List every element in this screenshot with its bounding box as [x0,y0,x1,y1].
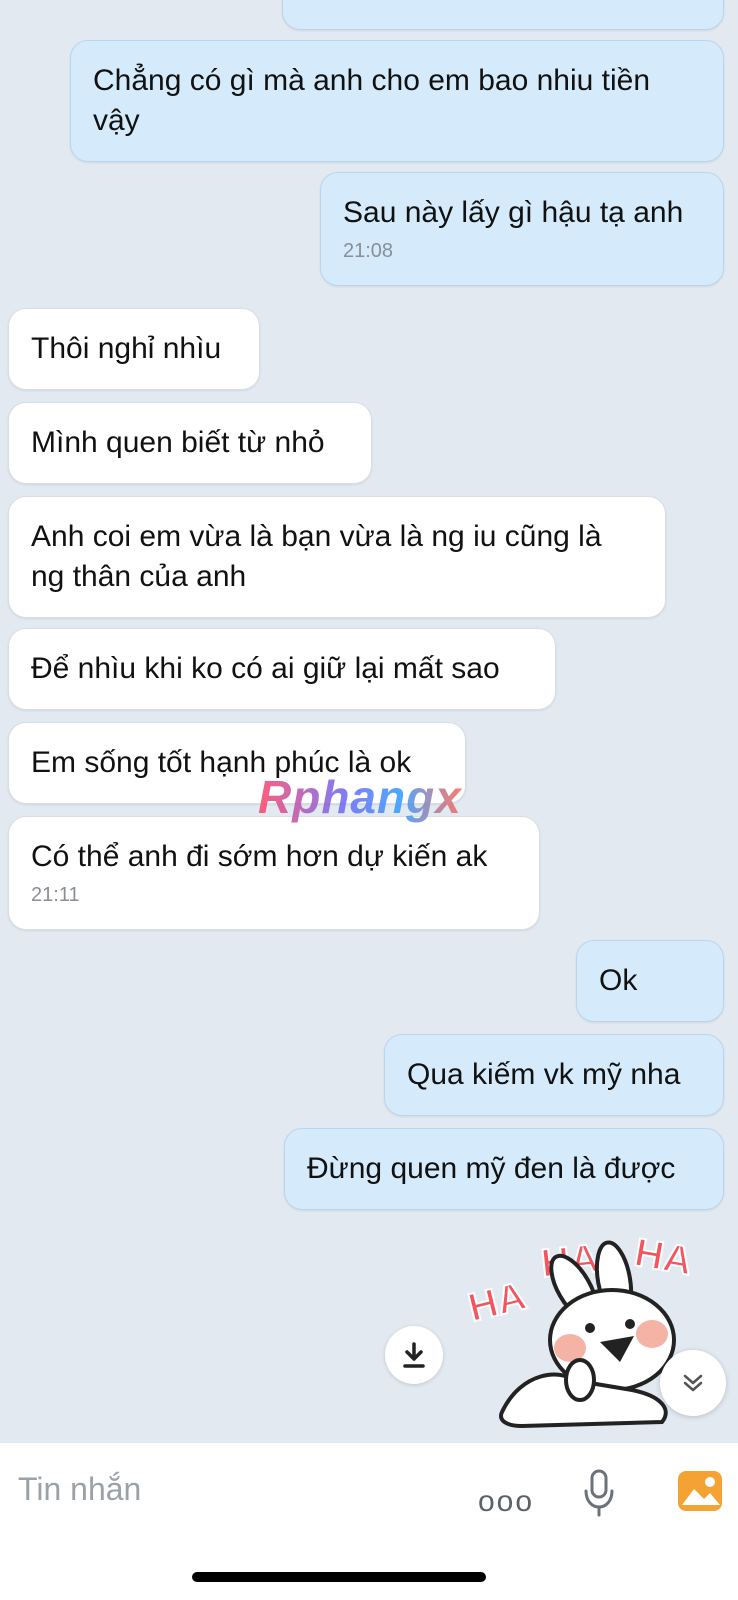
message-bubble-outgoing[interactable]: Đừng quen mỹ đen là được [284,1128,724,1210]
message-timestamp: 21:11 [31,884,80,906]
message-text: Anh coi em vừa là bạn vừa là ng iu cũng … [31,520,602,593]
message-text: Mình quen biết từ nhỏ [31,426,325,459]
message-bubble-incoming[interactable]: Mình quen biết từ nhỏ [8,402,372,484]
message-bubble-outgoing[interactable]: Ok [576,940,724,1022]
message-bubble-outgoing[interactable]: Chẳng có gì mà anh cho em bao nhiu tiền … [70,40,724,162]
message-bubble-incoming[interactable]: Thôi nghỉ nhìu [8,308,260,390]
image-icon [678,1471,722,1511]
message-text: Thôi nghỉ nhìu [31,332,222,365]
message-text: Có thể anh đi sớm hơn dự kiến ak [31,840,488,873]
message-timestamp: 21:08 [343,240,394,262]
message-text: Để nhìu khi ko có ai giữ lại mất sao [31,652,500,685]
message-text: Ok [599,964,638,997]
message-bubble-cutoff[interactable] [282,0,724,30]
message-text: Sau này lấy gì hậu tạ anh [343,196,684,229]
download-icon [403,1342,425,1368]
message-bubble-incoming[interactable]: Để nhìu khi ko có ai giữ lại mất sao [8,628,556,710]
home-indicator [192,1572,486,1582]
download-button[interactable] [385,1326,443,1384]
message-bubble-incoming[interactable]: Có thể anh đi sớm hơn dự kiến ak 21:11 [8,816,540,930]
more-options-button[interactable]: ooo [478,1485,534,1519]
message-bubble-outgoing[interactable]: Qua kiếm vk mỹ nha [384,1034,724,1116]
message-text: Đừng quen mỹ đen là được [307,1152,676,1185]
send-image-button[interactable] [676,1469,724,1518]
chevron-double-down-icon [683,1374,703,1392]
message-text: Chẳng có gì mà anh cho em bao nhiu tiền … [93,64,651,137]
message-input[interactable]: Tin nhắn [18,1471,141,1508]
message-bubble-incoming[interactable]: Anh coi em vừa là bạn vừa là ng iu cũng … [8,496,666,618]
watermark: Rphangx [258,771,462,823]
message-text: Qua kiếm vk mỹ nha [407,1058,681,1091]
voice-message-button[interactable] [582,1469,616,1522]
mic-icon [584,1469,614,1517]
svg-text:HA: HA [631,1231,696,1284]
message-bubble-outgoing[interactable]: Sau này lấy gì hậu tạ anh 21:08 [320,172,724,286]
scroll-to-bottom-button[interactable] [660,1350,726,1416]
svg-text:HA: HA [464,1274,531,1331]
